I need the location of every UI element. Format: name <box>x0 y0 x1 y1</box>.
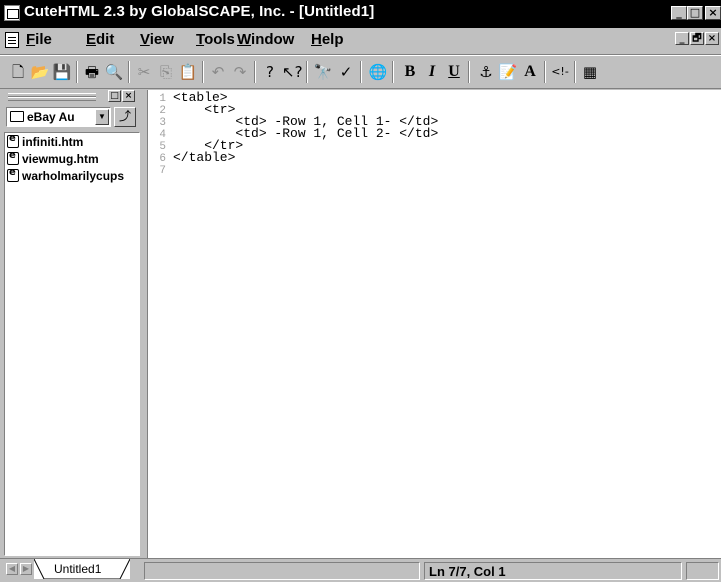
tab-untitled1[interactable]: Untitled1 <box>34 559 130 579</box>
menu-window[interactable]: Window <box>237 31 294 48</box>
line-number: 7 <box>159 165 166 177</box>
cursor-position: Ln 7/7, Col 1 <box>429 564 506 579</box>
chevron-down-icon[interactable]: ▼ <box>95 109 109 125</box>
find-binoculars-icon[interactable]: 🔭 <box>313 62 333 82</box>
open-folder-icon[interactable]: 📂 <box>30 62 50 82</box>
file-name: viewmug.htm <box>22 152 99 166</box>
html-file-icon <box>7 150 19 165</box>
toolbar-separator <box>306 61 308 83</box>
save-icon[interactable]: 💾 <box>52 62 72 82</box>
toolbar-separator <box>574 61 576 83</box>
folder-select[interactable]: eBay Au ▼ <box>6 107 111 127</box>
list-item[interactable]: viewmug.htm <box>7 150 99 168</box>
window-title: CuteHTML 2.3 by GlobalSCAPE, Inc. - [Unt… <box>24 3 375 20</box>
print-preview-icon[interactable]: 🔍 <box>104 62 124 82</box>
tab-label: Untitled1 <box>54 562 102 576</box>
spellcheck-icon[interactable]: ✓ <box>336 62 356 82</box>
html-file-icon <box>7 133 19 148</box>
redo-icon[interactable]: ↷ <box>230 62 250 82</box>
maximize-button[interactable]: □ <box>687 6 703 20</box>
menu-edit[interactable]: Edit <box>86 31 114 48</box>
toolbar-separator <box>254 61 256 83</box>
menu-help[interactable]: Help <box>311 31 344 48</box>
toolbar-separator <box>544 61 546 83</box>
code-editor[interactable]: 1 <table> 2 <tr> 3 <td> -Row 1, Cell 1- <… <box>147 90 721 558</box>
app-window: CuteHTML 2.3 by GlobalSCAPE, Inc. - [Unt… <box>0 0 721 582</box>
table-icon[interactable]: ▦ <box>580 62 600 82</box>
status-panel-extra <box>686 562 719 580</box>
new-file-icon[interactable]: 🗋 <box>8 62 28 82</box>
mdi-minimize-button[interactable]: _ <box>675 32 689 45</box>
mdi-close-button[interactable]: × <box>705 32 719 45</box>
document-icon[interactable] <box>5 32 19 48</box>
paste-icon[interactable]: 📋 <box>178 62 198 82</box>
panel-grip[interactable] <box>8 97 96 101</box>
undo-icon[interactable]: ↶ <box>208 62 228 82</box>
form-icon[interactable]: 📝 <box>498 62 518 82</box>
title-bar[interactable]: CuteHTML 2.3 by GlobalSCAPE, Inc. - [Unt… <box>0 0 721 28</box>
status-panel-message <box>144 562 420 580</box>
tab-scroll-right-icon[interactable]: ▶ <box>20 563 32 575</box>
status-bar: ◀ ▶ Untitled1 Ln 7/7, Col 1 <box>0 558 721 582</box>
toolbar-separator <box>128 61 130 83</box>
menu-file[interactable]: File <box>26 31 52 48</box>
menu-tools[interactable]: Tools <box>196 31 235 48</box>
panel-restore-button[interactable]: □ <box>108 90 121 102</box>
toolbar-separator <box>360 61 362 83</box>
toolbar-separator <box>392 61 394 83</box>
help-icon[interactable]: ? <box>260 62 280 82</box>
html-file-icon <box>7 167 19 182</box>
file-name: infiniti.htm <box>22 135 84 149</box>
list-item[interactable]: warholmarilycups <box>7 167 125 185</box>
folder-select-value: eBay Au <box>27 110 75 124</box>
list-item[interactable]: infiniti.htm <box>7 133 84 151</box>
toolbar: 🗋 📂 💾 🖶 🔍 ✂ ⎘ 📋 ↶ ↷ ? ↖? 🔭 ✓ 🌐 B I U ⚓ 📝… <box>0 55 721 98</box>
browser-preview-icon[interactable]: 🌐 <box>368 62 388 82</box>
underline-button[interactable]: U <box>444 62 464 82</box>
file-name: warholmarilycups <box>22 169 125 183</box>
copy-icon[interactable]: ⎘ <box>156 62 176 82</box>
toolbar-separator <box>468 61 470 83</box>
close-button[interactable]: × <box>705 6 721 20</box>
print-icon[interactable]: 🖶 <box>82 62 102 82</box>
menu-bar: File Edit View Tools Window Help _ 🗗 × <box>0 28 721 55</box>
tab-scroll-left-icon[interactable]: ◀ <box>6 563 18 575</box>
file-explorer-panel: □ × eBay Au ▼ ⤴ infiniti.htm viewmug.htm… <box>2 90 143 558</box>
context-help-icon[interactable]: ↖? <box>282 62 303 82</box>
menu-view[interactable]: View <box>140 31 174 48</box>
drive-icon <box>10 111 24 122</box>
panel-close-button[interactable]: × <box>122 90 135 102</box>
comment-icon[interactable]: <!-- <box>550 62 570 98</box>
minimize-button[interactable]: _ <box>671 6 687 20</box>
font-button[interactable]: A <box>520 62 540 82</box>
italic-button[interactable]: I <box>422 62 442 82</box>
up-folder-button[interactable]: ⤴ <box>114 107 136 127</box>
toolbar-separator <box>202 61 204 83</box>
cut-icon[interactable]: ✂ <box>134 62 154 82</box>
status-panel-position: Ln 7/7, Col 1 <box>424 562 682 580</box>
code-text: </table> <box>173 150 236 165</box>
file-list: infiniti.htm viewmug.htm warholmarilycup… <box>4 132 140 556</box>
mdi-restore-button[interactable]: 🗗 <box>690 32 704 45</box>
app-icon[interactable] <box>4 5 20 21</box>
code-line: 7 <box>148 163 173 177</box>
anchor-icon[interactable]: ⚓ <box>476 62 496 82</box>
bold-button[interactable]: B <box>400 62 420 82</box>
toolbar-separator <box>76 61 78 83</box>
